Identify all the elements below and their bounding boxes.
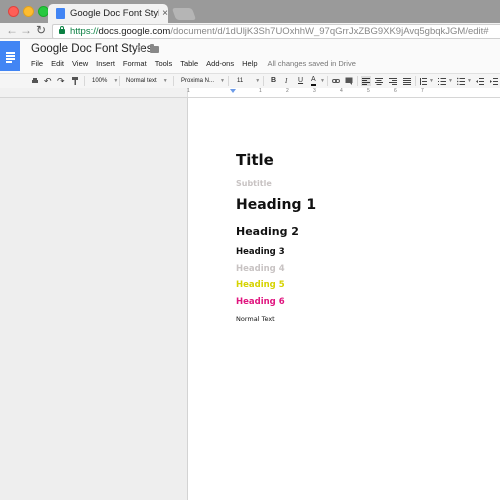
menu-help[interactable]: Help xyxy=(242,59,257,68)
minimize-window-button[interactable] xyxy=(23,6,34,17)
indent-marker[interactable] xyxy=(230,89,236,93)
align-right-icon[interactable] xyxy=(389,77,397,85)
paint-format-icon[interactable] xyxy=(71,77,79,85)
menu-insert[interactable]: Insert xyxy=(96,59,115,68)
decrease-indent-icon[interactable] xyxy=(476,77,484,85)
font-size-dropdown[interactable]: 11 ▼ xyxy=(237,74,260,88)
close-window-button[interactable] xyxy=(8,6,19,17)
url-host: docs.google.com xyxy=(98,26,171,37)
style-dropdown[interactable]: Normal text ▼ xyxy=(126,74,168,88)
url-scheme: https:// xyxy=(70,26,99,37)
docs-header: Google Doc Font Styles ☆ File Edit View … xyxy=(0,39,500,73)
toolbar-separator xyxy=(84,76,85,86)
redo-icon[interactable]: ↷ xyxy=(57,74,65,88)
text-color-button[interactable]: A xyxy=(311,74,316,86)
ruler: 1 1 2 3 4 5 6 7 xyxy=(0,88,500,98)
link-icon[interactable] xyxy=(332,77,340,85)
menu-format[interactable]: Format xyxy=(123,59,147,68)
menu-bar: File Edit View Insert Format Tools Table… xyxy=(31,59,356,68)
italic-button[interactable]: I xyxy=(285,74,287,88)
ruler-number: 4 xyxy=(340,88,343,94)
subtitle-text[interactable]: Subtitle xyxy=(236,179,272,188)
toolbar-separator xyxy=(327,76,328,86)
url-input[interactable]: https://docs.google.com/document/d/1dUlj… xyxy=(52,24,500,39)
numbered-list-caret-icon[interactable]: ▼ xyxy=(448,74,453,88)
star-icon[interactable]: ☆ xyxy=(135,42,145,55)
heading-3-text[interactable]: Heading 3 xyxy=(236,247,285,257)
ruler-number: 2 xyxy=(286,88,289,94)
style-value: Normal text xyxy=(126,78,157,84)
justify-icon[interactable] xyxy=(403,77,411,85)
back-arrow-icon[interactable]: ← xyxy=(6,23,18,37)
toolbar-separator xyxy=(263,76,264,86)
comment-icon[interactable] xyxy=(345,77,353,85)
docs-home-icon[interactable] xyxy=(0,41,20,71)
toolbar-separator xyxy=(228,76,229,86)
menu-tools[interactable]: Tools xyxy=(155,59,173,68)
heading-5-text[interactable]: Heading 5 xyxy=(236,280,285,290)
tab-close-icon[interactable]: × xyxy=(162,8,168,19)
font-size-value: 11 xyxy=(237,78,244,84)
ruler-number: 1 xyxy=(259,88,262,94)
title-text[interactable]: Title xyxy=(236,151,274,169)
browser-tab[interactable]: Google Doc Font Styles - Goo × xyxy=(48,4,168,23)
ruler-number: 3 xyxy=(313,88,316,94)
font-value: Proxima N... xyxy=(181,78,215,84)
toolbar-separator xyxy=(173,76,174,86)
zoom-value: 100% xyxy=(92,78,108,84)
underline-button[interactable]: U xyxy=(298,74,303,88)
heading-2-text[interactable]: Heading 2 xyxy=(236,225,299,238)
normal-text[interactable]: Normal Text xyxy=(236,315,275,323)
lock-icon xyxy=(59,26,65,34)
url-text: https://docs.google.com/document/d/1dUlj… xyxy=(70,26,489,37)
font-dropdown[interactable]: Proxima N... ▼ xyxy=(181,74,225,88)
tab-title: Google Doc Font Styles - Goo xyxy=(70,8,159,19)
url-path: /document/d/1dUljK3Sh7UOxhhW_97qGrrJxZBG… xyxy=(170,26,489,37)
folder-icon[interactable] xyxy=(150,44,159,53)
print-icon[interactable] xyxy=(31,77,39,85)
document-page[interactable]: Title Subtitle Heading 1 Heading 2 Headi… xyxy=(187,98,500,500)
save-status[interactable]: All changes saved in Drive xyxy=(268,59,356,68)
address-bar-row: ← → ↻ https://docs.google.com/document/d… xyxy=(0,23,500,39)
bulleted-list-caret-icon[interactable]: ▼ xyxy=(467,74,472,88)
forward-arrow-icon[interactable]: → xyxy=(20,23,32,37)
align-left-icon[interactable] xyxy=(361,76,371,86)
new-tab-button[interactable] xyxy=(171,8,197,20)
toolbar-separator xyxy=(415,76,416,86)
formatting-toolbar: ↶ ↷ 100% ▼ Normal text ▼ Proxima N... ▼ 11 ▼… xyxy=(0,73,500,89)
heading-4-text[interactable]: Heading 4 xyxy=(236,264,285,274)
menu-view[interactable]: View xyxy=(72,59,88,68)
browser-tab-bar: Google Doc Font Styles - Goo × xyxy=(0,0,500,23)
ruler-number: 1 xyxy=(187,88,190,94)
align-center-icon[interactable] xyxy=(375,77,383,85)
increase-indent-icon[interactable] xyxy=(490,77,498,85)
bold-button[interactable]: B xyxy=(271,74,276,88)
ruler-number: 5 xyxy=(367,88,370,94)
line-spacing-icon[interactable] xyxy=(419,77,427,85)
numbered-list-icon[interactable] xyxy=(438,77,446,85)
menu-table[interactable]: Table xyxy=(180,59,198,68)
text-color-caret-icon[interactable]: ▼ xyxy=(320,74,325,88)
ruler-number: 6 xyxy=(394,88,397,94)
heading-1-text[interactable]: Heading 1 xyxy=(236,197,316,213)
toolbar-separator xyxy=(357,76,358,86)
heading-6-text[interactable]: Heading 6 xyxy=(236,297,285,307)
menu-addons[interactable]: Add-ons xyxy=(206,59,234,68)
zoom-dropdown[interactable]: 100% ▼ xyxy=(92,74,118,88)
line-spacing-caret-icon[interactable]: ▼ xyxy=(429,74,434,88)
menu-file[interactable]: File xyxy=(31,59,43,68)
menu-edit[interactable]: Edit xyxy=(51,59,64,68)
reload-icon[interactable]: ↻ xyxy=(36,23,46,37)
ruler-number: 7 xyxy=(421,88,424,94)
undo-icon[interactable]: ↶ xyxy=(44,74,52,88)
docs-favicon-icon xyxy=(56,8,65,19)
bulleted-list-icon[interactable] xyxy=(457,77,465,85)
toolbar-separator xyxy=(119,76,120,86)
